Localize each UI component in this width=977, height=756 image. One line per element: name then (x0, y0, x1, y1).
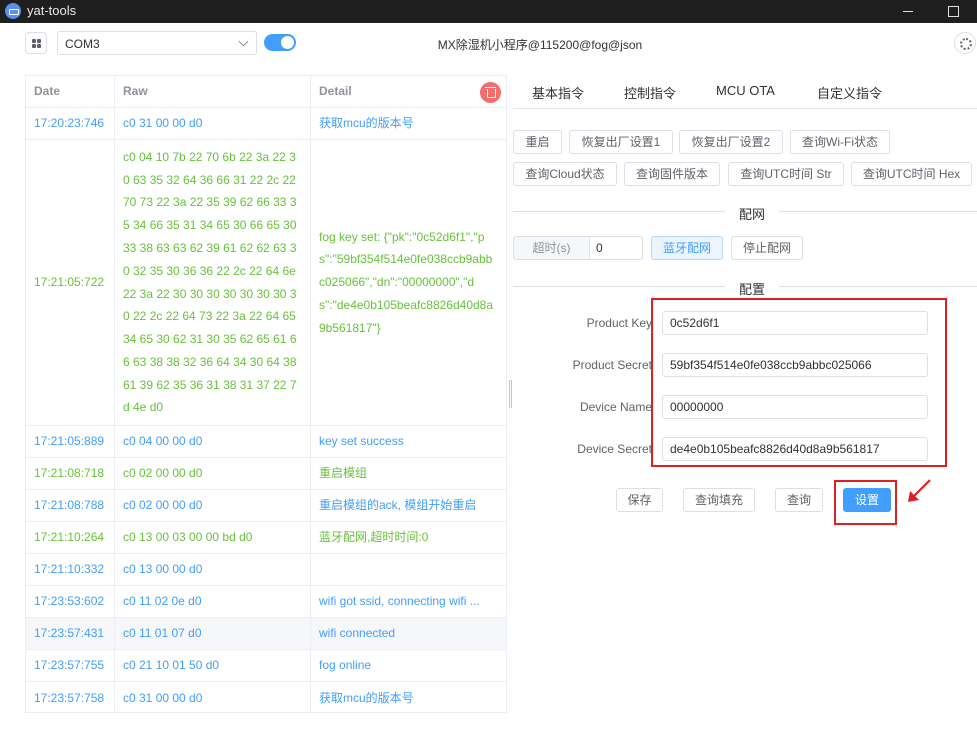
row-detail: fog key set: {"pk":"0c52d6f1","ps":"59bf… (319, 229, 494, 335)
grid-dot-icon (32, 44, 36, 48)
table-row[interactable]: 17:20:23:746 c0 31 00 00 d0 获取mcu的版本号 (26, 108, 506, 140)
chevron-down-icon (238, 36, 249, 47)
app-logo-icon (5, 3, 21, 19)
row-date: 17:21:10:264 (34, 530, 105, 545)
timeout-input[interactable]: 0 (589, 236, 643, 260)
row-detail: 获取mcu的版本号 (319, 116, 414, 131)
row-raw: c0 31 00 00 d0 (123, 690, 203, 705)
row-detail: fog online (319, 658, 372, 673)
row-raw: c0 11 02 0e d0 (123, 594, 202, 609)
grid-dot-icon (37, 44, 41, 48)
ble-provision-button[interactable]: 蓝牙配网 (651, 236, 723, 260)
table-row[interactable]: 17:23:57:755 c0 21 10 01 50 d0 fog onlin… (26, 650, 506, 682)
restart-button[interactable]: 重启 (513, 130, 562, 154)
save-button[interactable]: 保存 (616, 488, 663, 512)
log-table-header: Date Raw Detail (26, 76, 506, 108)
row-date: 17:21:08:788 (34, 498, 105, 513)
row-date: 17:21:10:332 (34, 562, 105, 577)
row-raw: c0 04 00 00 d0 (123, 434, 203, 449)
column-header-detail[interactable]: Detail (311, 76, 506, 107)
query-button[interactable]: 查询 (775, 488, 823, 512)
table-row[interactable]: 17:23:53:602 c0 11 02 0e d0 wifi got ssi… (26, 586, 506, 618)
config-fields-highlight (651, 298, 947, 467)
settings-gear-button[interactable] (954, 32, 976, 54)
factory-reset-2-button[interactable]: 恢复出厂设置2 (679, 130, 783, 154)
row-detail: 蓝牙配网,超时时间:0 (319, 530, 429, 545)
clear-log-trash-icon[interactable] (480, 82, 501, 103)
row-date: 17:21:05:889 (34, 434, 105, 449)
table-row[interactable]: 17:21:05:889 c0 04 00 00 d0 key set succ… (26, 426, 506, 458)
row-raw: c0 02 00 00 d0 (123, 466, 203, 481)
table-row[interactable]: 17:21:05:722 c0 04 10 7b 22 70 6b 22 3a … (26, 140, 506, 426)
product-key-label: Product Key (586, 316, 652, 330)
table-row[interactable]: 17:21:10:264 c0 13 00 03 00 00 bd d0 蓝牙配… (26, 522, 506, 554)
row-detail: 重启模组 (319, 466, 368, 481)
table-row[interactable]: 17:21:08:718 c0 02 00 00 d0 重启模组 (26, 458, 506, 490)
row-date: 17:23:57:758 (34, 690, 105, 705)
grid-dot-icon (32, 39, 36, 43)
row-detail: 获取mcu的版本号 (319, 690, 414, 705)
query-fill-button[interactable]: 查询填充 (683, 488, 755, 512)
row-raw: c0 04 10 7b 22 70 6b 22 3a 22 30 63 35 3… (123, 149, 297, 415)
row-raw: c0 02 00 00 d0 (123, 498, 203, 513)
page-title: MX除湿机小程序@115200@fog@json (437, 38, 643, 52)
row-date: 17:20:23:746 (34, 116, 105, 131)
minimize-icon[interactable] (900, 3, 916, 19)
row-raw: c0 11 01 07 d0 (123, 626, 202, 641)
query-cloud-status-button[interactable]: 查询Cloud状态 (513, 162, 617, 186)
row-date: 17:21:08:718 (34, 466, 105, 481)
log-table: Date Raw Detail 17:20:23:746 c0 31 00 00… (25, 75, 507, 714)
query-wifi-status-button[interactable]: 查询Wi-Fi状态 (790, 130, 890, 154)
row-detail: wifi connected (319, 626, 396, 641)
row-raw: c0 21 10 01 50 d0 (123, 658, 220, 673)
timeout-label: 超时(s) (513, 236, 590, 260)
grid-dot-icon (37, 39, 41, 43)
port-select-value: COM3 (65, 37, 100, 51)
product-secret-label: Product Secret (572, 358, 652, 372)
row-detail: wifi got ssid, connecting wifi ... (319, 594, 480, 609)
window-title: yat-tools (27, 3, 77, 18)
maximize-icon[interactable] (945, 3, 961, 19)
grid-menu-button[interactable] (25, 32, 47, 54)
network-section-title: 配网 (725, 204, 780, 223)
table-row[interactable]: 17:21:08:788 c0 02 00 00 d0 重启模组的ack, 模组… (26, 490, 506, 522)
row-raw: c0 13 00 00 d0 (123, 562, 203, 577)
column-header-raw[interactable]: Raw (115, 76, 311, 107)
row-detail: key set success (319, 434, 404, 449)
query-firmware-version-button[interactable]: 查询固件版本 (624, 162, 720, 186)
column-header-date[interactable]: Date (26, 76, 115, 107)
annotation-arrow-icon (908, 479, 931, 502)
row-detail: 重启模组的ack, 模组开始重启 (319, 498, 477, 513)
row-date: 17:23:57:755 (34, 658, 105, 673)
log-rows: 17:20:23:746 c0 31 00 00 d0 获取mcu的版本号 17… (26, 108, 506, 714)
stop-provision-button[interactable]: 停止配网 (731, 236, 803, 260)
row-date: 17:23:57:431 (34, 626, 105, 641)
tab-mcu-ota[interactable]: MCU OTA (716, 83, 775, 98)
title-bar: yat-tools (0, 0, 977, 23)
set-button-highlight (834, 480, 897, 525)
tab-custom-commands[interactable]: 自定义指令 (817, 83, 882, 102)
row-date: 17:23:53:602 (34, 594, 105, 609)
port-select[interactable]: COM3 (57, 31, 257, 55)
command-tabs: 基本指令 控制指令 MCU OTA 自定义指令 (513, 74, 977, 109)
factory-reset-1-button[interactable]: 恢复出厂设置1 (569, 130, 673, 154)
device-name-label: Device Name (579, 400, 652, 414)
row-raw: c0 13 00 03 00 00 bd d0 (123, 530, 253, 545)
connection-toggle[interactable] (264, 34, 296, 51)
tab-control-commands[interactable]: 控制指令 (624, 83, 676, 102)
row-raw: c0 31 00 00 d0 (123, 116, 203, 131)
row-date: 17:21:05:722 (34, 275, 105, 290)
tab-basic-commands[interactable]: 基本指令 (532, 83, 584, 102)
table-row[interactable]: 17:23:57:431 c0 11 01 07 d0 wifi connect… (26, 618, 506, 650)
query-utc-str-button[interactable]: 查询UTC时间 Str (728, 162, 844, 186)
query-utc-hex-button[interactable]: 查询UTC时间 Hex (851, 162, 972, 186)
table-row[interactable]: 17:23:57:758 c0 31 00 00 d0 获取mcu的版本号 (26, 682, 506, 714)
config-section-title: 配置 (725, 279, 780, 298)
device-secret-label: Device Secret (577, 442, 652, 456)
table-row[interactable]: 17:21:10:332 c0 13 00 00 d0 (26, 554, 506, 586)
